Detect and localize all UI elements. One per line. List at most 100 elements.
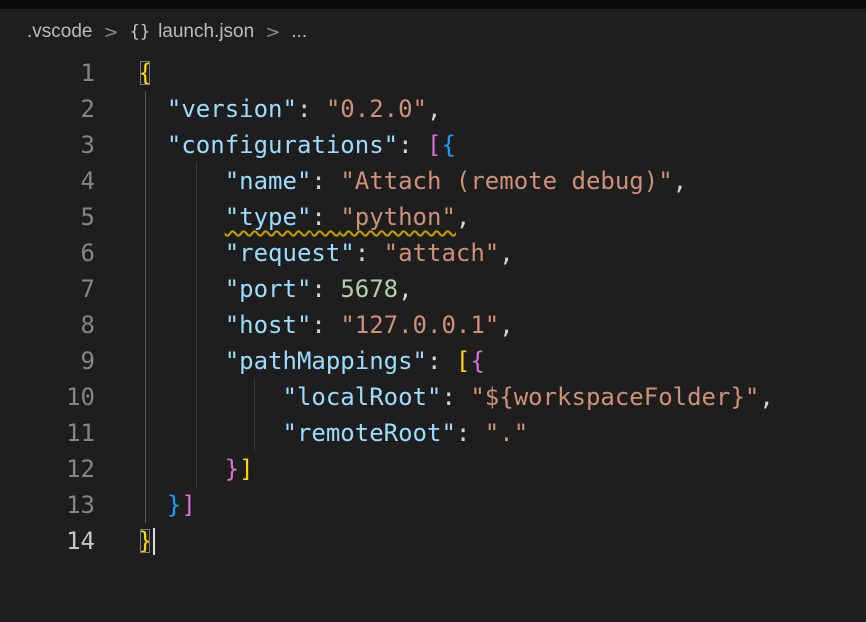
code-token: "${workspaceFolder}" bbox=[470, 383, 759, 411]
code-token: "name" bbox=[225, 167, 312, 195]
code-token bbox=[138, 311, 225, 339]
code-token bbox=[138, 167, 225, 195]
code-text: } bbox=[95, 523, 155, 559]
line-number[interactable]: 14 bbox=[0, 523, 95, 559]
code-text: "request": "attach", bbox=[95, 235, 514, 271]
code-token bbox=[138, 203, 225, 231]
code-token: : bbox=[311, 311, 340, 339]
line-number[interactable]: 13 bbox=[0, 487, 95, 523]
code-token: ] bbox=[239, 455, 253, 483]
code-text: }] bbox=[95, 451, 254, 487]
code-token: "pathMappings" bbox=[225, 347, 427, 375]
code-token bbox=[138, 131, 167, 159]
window-top-edge bbox=[0, 0, 866, 9]
code-text: }] bbox=[95, 487, 196, 523]
line-number[interactable]: 4 bbox=[0, 163, 95, 199]
line-number[interactable]: 3 bbox=[0, 127, 95, 163]
code-lines: 1{2 "version": "0.2.0",3 "configurations… bbox=[0, 55, 866, 559]
code-line[interactable]: 7 "port": 5678, bbox=[0, 271, 866, 307]
matched-bracket: { bbox=[138, 59, 152, 87]
line-number[interactable]: 1 bbox=[0, 55, 95, 91]
code-token: ] bbox=[181, 491, 195, 519]
line-number[interactable]: 9 bbox=[0, 343, 95, 379]
code-token: , bbox=[456, 203, 470, 231]
code-token: } bbox=[225, 455, 239, 483]
code-token bbox=[138, 275, 225, 303]
code-token: [ bbox=[427, 131, 441, 159]
breadcrumb-symbol[interactable]: ... bbox=[291, 21, 307, 43]
code-token: "request" bbox=[225, 239, 355, 267]
code-text: "type": "python", bbox=[95, 199, 470, 235]
code-text: "name": "Attach (remote debug)", bbox=[95, 163, 687, 199]
code-token: "host" bbox=[225, 311, 312, 339]
code-text: "version": "0.2.0", bbox=[95, 91, 441, 127]
line-number[interactable]: 11 bbox=[0, 415, 95, 451]
code-token: , bbox=[759, 383, 773, 411]
code-token: : bbox=[355, 239, 384, 267]
code-token: } bbox=[167, 491, 181, 519]
line-number[interactable]: 8 bbox=[0, 307, 95, 343]
code-line[interactable]: 12 }] bbox=[0, 451, 866, 487]
chevron-right-icon: > bbox=[103, 22, 118, 43]
code-line[interactable]: 9 "pathMappings": [{ bbox=[0, 343, 866, 379]
code-token: { bbox=[441, 131, 455, 159]
code-token: : bbox=[398, 131, 427, 159]
code-text: "configurations": [{ bbox=[95, 127, 456, 163]
code-token: "127.0.0.1" bbox=[340, 311, 499, 339]
code-token: : bbox=[311, 167, 340, 195]
code-text: "port": 5678, bbox=[95, 271, 413, 307]
code-token bbox=[138, 419, 283, 447]
chevron-right-icon: > bbox=[265, 22, 280, 43]
code-token: "configurations" bbox=[167, 131, 398, 159]
code-token: , bbox=[499, 311, 513, 339]
code-token: , bbox=[499, 239, 513, 267]
code-token: : bbox=[456, 419, 485, 447]
code-token: [ bbox=[456, 347, 470, 375]
code-line[interactable]: 10 "localRoot": "${workspaceFolder}", bbox=[0, 379, 866, 415]
code-text: "localRoot": "${workspaceFolder}", bbox=[95, 379, 774, 415]
code-token: "0.2.0" bbox=[326, 95, 427, 123]
code-token: , bbox=[398, 275, 412, 303]
line-number[interactable]: 7 bbox=[0, 271, 95, 307]
code-text: "remoteRoot": "." bbox=[95, 415, 528, 451]
code-line[interactable]: 5 "type": "python", bbox=[0, 199, 866, 235]
line-number[interactable]: 2 bbox=[0, 91, 95, 127]
code-line[interactable]: 13 }] bbox=[0, 487, 866, 523]
code-line[interactable]: 11 "remoteRoot": "." bbox=[0, 415, 866, 451]
line-number[interactable]: 12 bbox=[0, 451, 95, 487]
code-line[interactable]: 14} bbox=[0, 523, 866, 559]
code-token: "type" bbox=[225, 203, 312, 231]
line-number[interactable]: 10 bbox=[0, 379, 95, 415]
code-token: "version" bbox=[167, 95, 297, 123]
line-number[interactable]: 5 bbox=[0, 199, 95, 235]
code-token: : bbox=[427, 347, 456, 375]
code-line[interactable]: 2 "version": "0.2.0", bbox=[0, 91, 866, 127]
json-braces-icon: {} bbox=[130, 22, 150, 42]
editor[interactable]: 1{2 "version": "0.2.0",3 "configurations… bbox=[0, 55, 866, 559]
code-line[interactable]: 8 "host": "127.0.0.1", bbox=[0, 307, 866, 343]
code-line[interactable]: 4 "name": "Attach (remote debug)", bbox=[0, 163, 866, 199]
breadcrumb-file[interactable]: {} launch.json bbox=[130, 21, 255, 43]
code-token: "." bbox=[485, 419, 528, 447]
code-token: 5678 bbox=[340, 275, 398, 303]
code-line[interactable]: 6 "request": "attach", bbox=[0, 235, 866, 271]
code-token: : bbox=[297, 95, 326, 123]
text-cursor bbox=[153, 528, 155, 555]
code-token: "python" bbox=[340, 203, 456, 231]
code-line[interactable]: 3 "configurations": [{ bbox=[0, 127, 866, 163]
code-token: "localRoot" bbox=[283, 383, 442, 411]
breadcrumb-folder[interactable]: .vscode bbox=[27, 21, 92, 43]
code-text: { bbox=[95, 55, 152, 91]
code-line[interactable]: 1{ bbox=[0, 55, 866, 91]
breadcrumb: .vscode > {} launch.json > ... bbox=[0, 9, 866, 55]
code-token bbox=[138, 383, 283, 411]
code-token: "Attach (remote debug)" bbox=[340, 167, 672, 195]
code-token bbox=[138, 95, 167, 123]
code-token bbox=[138, 347, 225, 375]
code-token: : bbox=[311, 203, 340, 231]
code-text: "pathMappings": [{ bbox=[95, 343, 485, 379]
code-token: "port" bbox=[225, 275, 312, 303]
code-token: "attach" bbox=[384, 239, 500, 267]
breadcrumb-file-label: launch.json bbox=[158, 21, 254, 43]
line-number[interactable]: 6 bbox=[0, 235, 95, 271]
